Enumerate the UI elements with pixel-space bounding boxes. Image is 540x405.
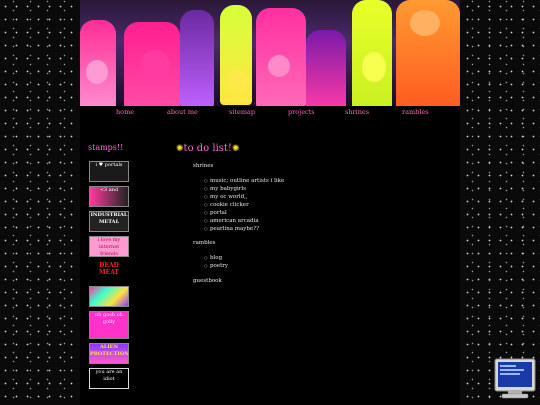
list-item: my babygirls: [204, 185, 284, 193]
star-icon: ✺: [176, 144, 184, 154]
shrines-list: music; outline artists i like my babygir…: [204, 177, 284, 233]
nav-projects[interactable]: projects: [288, 108, 315, 116]
stamp-rainbow[interactable]: [89, 286, 129, 307]
rambles-list: blog poetry: [204, 254, 228, 270]
section-shrines: shrines: [193, 163, 214, 169]
lava-lamp-banner: [80, 0, 460, 106]
nav-home[interactable]: home: [116, 108, 134, 116]
stamp-industrial-metal[interactable]: INDUSTRIAL METAL: [89, 211, 129, 232]
stamp-portals[interactable]: i ♥ portals: [89, 161, 129, 182]
list-item: blog: [204, 254, 228, 262]
nav-rambles[interactable]: rambles: [402, 108, 429, 116]
list-item: cookie clicker: [204, 201, 284, 209]
list-item: portal: [204, 209, 284, 217]
nav-shrines[interactable]: shrines: [345, 108, 369, 116]
todo-title: ✺to do list!✺: [176, 143, 240, 154]
section-guestbook: guestbook: [193, 278, 222, 284]
computer-icon[interactable]: [494, 358, 536, 400]
list-item: american arcadia: [204, 217, 284, 225]
list-item: pearlina maybe??: [204, 225, 284, 233]
stamp-hearts[interactable]: <3 and: [89, 186, 129, 207]
nav-sitemap[interactable]: sitemap: [229, 108, 255, 116]
stamp-you-are-an-idiot[interactable]: you are an idiot: [89, 368, 129, 389]
section-rambles: rambles: [193, 240, 216, 246]
list-item: my oc world,,: [204, 193, 284, 201]
star-icon: ✺: [231, 144, 240, 154]
stamp-internet-friends[interactable]: i love my internet friends: [89, 236, 129, 257]
top-nav: home about me sitemap projects shrines r…: [80, 108, 460, 122]
sidebar-title: stamps!!: [88, 143, 124, 152]
list-item: poetry: [204, 262, 228, 270]
stamp-dead-meat[interactable]: DEAD MEAT: [89, 261, 129, 282]
stamp-alien-protection[interactable]: ALIEN PROTECTION: [89, 343, 129, 364]
stamp-oh-gosh[interactable]: oh gosh oh golly: [89, 311, 129, 339]
nav-about-me[interactable]: about me: [167, 108, 198, 116]
list-item: music; outline artists i like: [204, 177, 284, 185]
page-container: home about me sitemap projects shrines r…: [80, 0, 460, 405]
